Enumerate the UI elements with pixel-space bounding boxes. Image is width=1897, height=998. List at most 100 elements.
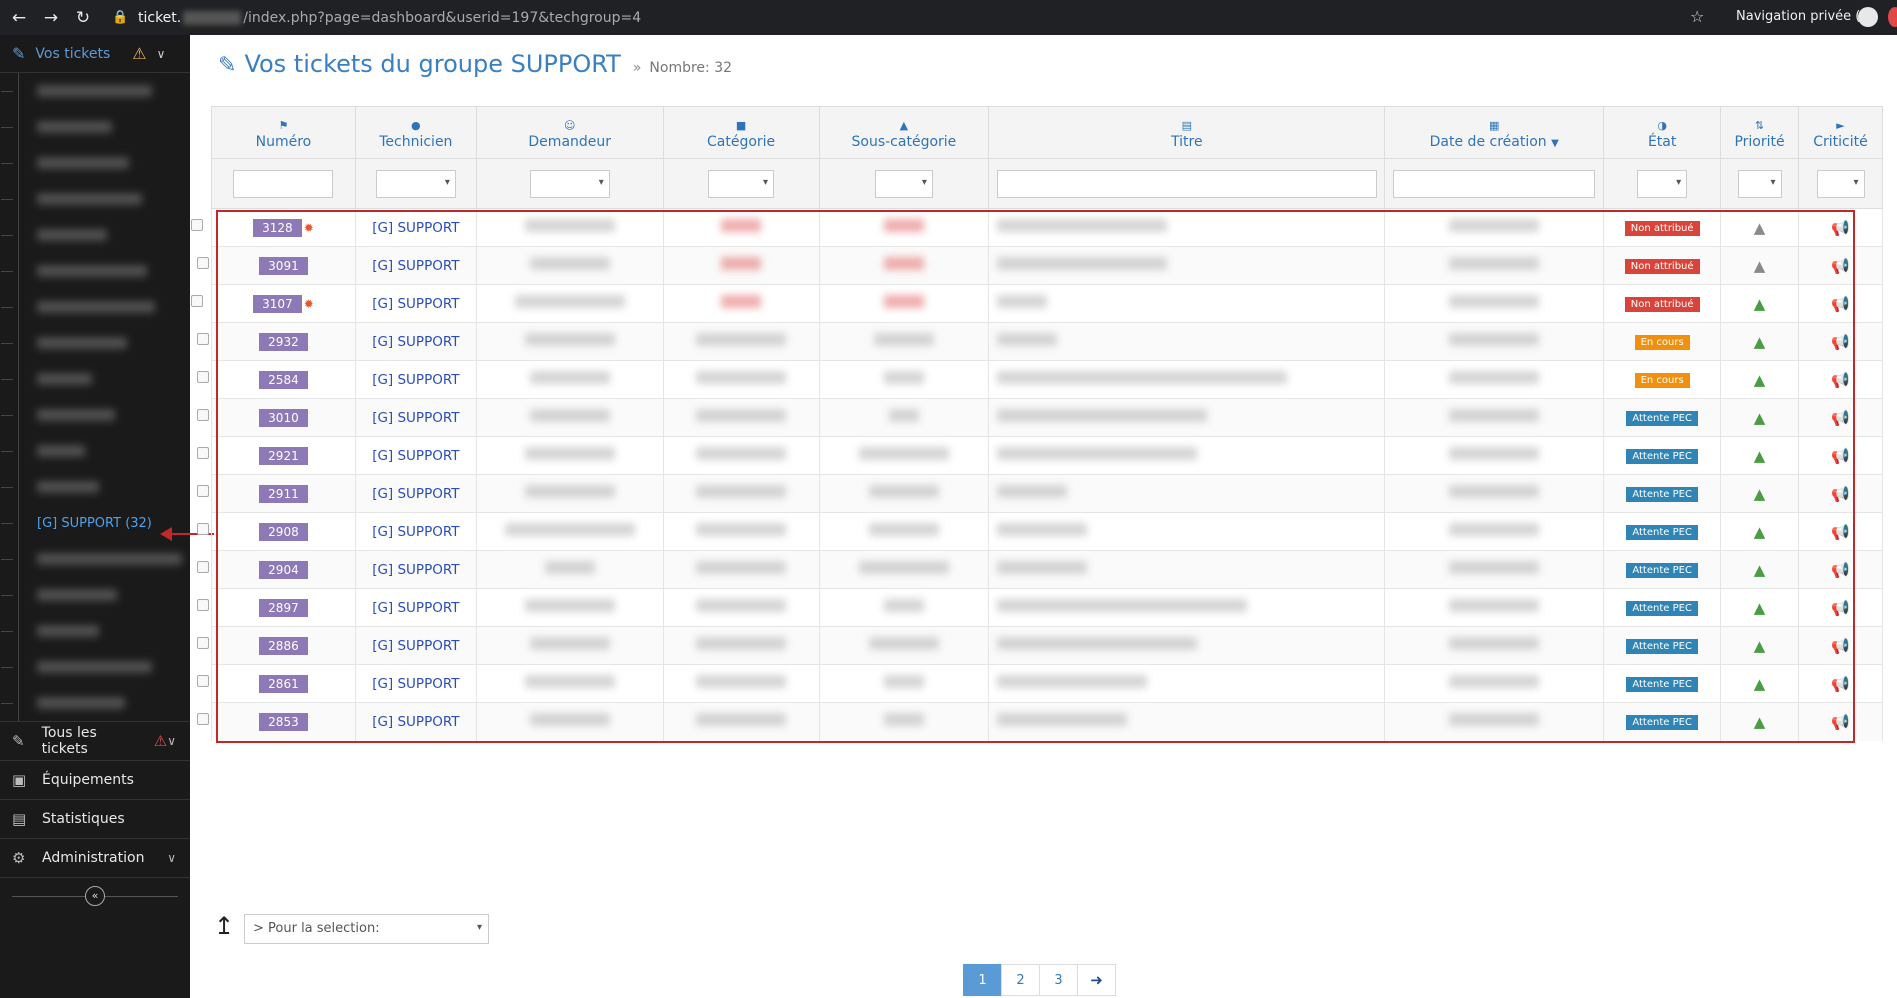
redacted-title[interactable] xyxy=(997,257,1168,270)
ticket-number-badge[interactable]: 2897 xyxy=(259,598,308,617)
column-header-priorite[interactable]: ⇅ Priorité xyxy=(1720,106,1799,159)
ticket-number-badge[interactable]: 2904 xyxy=(259,560,308,579)
redacted-title[interactable] xyxy=(997,409,1208,422)
bulk-action-select[interactable]: > Pour la selection: xyxy=(244,914,489,944)
technician-link[interactable]: [G] SUPPORT xyxy=(372,714,459,730)
sidebar-subitem[interactable] xyxy=(1,433,190,469)
page-button-1[interactable]: 1 xyxy=(963,964,1002,996)
profile-icon[interactable] xyxy=(1888,7,1897,27)
table-row[interactable]: 2861 [G] SUPPORT Attente PEC ▲ 📢 xyxy=(197,664,1883,703)
row-checkbox[interactable] xyxy=(197,712,210,725)
technician-link[interactable]: [G] SUPPORT xyxy=(372,410,459,426)
column-header-numero[interactable]: ⚑ Numéro xyxy=(211,106,356,159)
redacted-title[interactable] xyxy=(997,675,1148,688)
page-button-2[interactable]: 2 xyxy=(1001,964,1040,996)
sidebar-subitem[interactable] xyxy=(1,253,190,289)
column-header-criticite[interactable]: ► Criticité xyxy=(1798,106,1883,159)
redacted-title[interactable] xyxy=(997,295,1048,308)
ticket-number-badge[interactable]: 2908 xyxy=(259,522,308,541)
column-header-date-creation[interactable]: ▦ Date de création ▼ xyxy=(1384,106,1605,159)
redacted-title[interactable] xyxy=(997,561,1088,574)
redacted-title[interactable] xyxy=(997,485,1068,498)
sidebar-subitem[interactable] xyxy=(1,541,190,577)
row-checkbox[interactable] xyxy=(191,218,204,231)
filter-priorite-select[interactable] xyxy=(1737,169,1782,198)
reload-icon[interactable]: ↻ xyxy=(70,5,96,31)
filter-categorie-select[interactable] xyxy=(708,169,775,198)
sidebar-subitem[interactable] xyxy=(1,613,190,649)
filter-demandeur-select[interactable] xyxy=(529,169,610,198)
private-browsing-label[interactable]: Navigation privée (2) xyxy=(1736,9,1874,24)
redacted-title[interactable] xyxy=(997,637,1198,650)
column-header-categorie[interactable]: ■ Catégorie xyxy=(662,106,820,159)
technician-link[interactable]: [G] SUPPORT xyxy=(372,448,459,464)
ticket-number-badge[interactable]: 3128 xyxy=(253,218,302,237)
page-button-3[interactable]: 3 xyxy=(1039,964,1078,996)
redacted-title[interactable] xyxy=(997,371,1288,384)
table-row[interactable]: 2908 [G] SUPPORT Attente PEC ▲ 📢 xyxy=(197,512,1883,551)
incognito-icon[interactable] xyxy=(1858,7,1878,27)
back-arrow-icon[interactable]: ← xyxy=(6,5,32,31)
table-row[interactable]: 3107 ✹ [G] SUPPORT Non attribué ▲ 📢 xyxy=(191,284,1883,323)
table-row[interactable]: 2897 [G] SUPPORT Attente PEC ▲ 📢 xyxy=(197,588,1883,627)
sidebar-subitem[interactable] xyxy=(1,361,190,397)
row-checkbox[interactable] xyxy=(191,294,204,307)
row-checkbox[interactable] xyxy=(197,598,210,611)
bookmark-star-icon[interactable]: ☆ xyxy=(1690,7,1704,26)
table-row[interactable]: 2911 [G] SUPPORT Attente PEC ▲ 📢 xyxy=(197,474,1883,513)
sidebar-subitem[interactable] xyxy=(1,109,190,145)
sidebar-subitem[interactable] xyxy=(1,73,190,109)
redacted-title[interactable] xyxy=(997,447,1198,460)
table-row[interactable]: 2932 [G] SUPPORT En cours ▲ 📢 xyxy=(197,322,1883,361)
row-checkbox[interactable] xyxy=(197,408,210,421)
chevron-down-icon[interactable]: ∨ xyxy=(157,47,166,61)
row-checkbox[interactable] xyxy=(197,636,210,649)
sidebar-item-vos-tickets[interactable]: ✎ Vos tickets ⚠ ∨ xyxy=(0,35,190,73)
sidebar-item-administration[interactable]: ⚙ Administration ∨ xyxy=(0,838,190,877)
next-page-arrow-icon[interactable]: ➜ xyxy=(1077,964,1116,996)
ticket-number-badge[interactable]: 3107 xyxy=(253,294,302,313)
technician-link[interactable]: [G] SUPPORT xyxy=(372,220,459,236)
row-checkbox[interactable] xyxy=(197,484,210,497)
address-bar[interactable]: 🔒 ticket. /index.php?page=dashboard&user… xyxy=(112,4,1722,31)
double-chevron-left-icon[interactable]: « xyxy=(85,885,105,906)
technician-link[interactable]: [G] SUPPORT xyxy=(372,600,459,616)
ticket-number-badge[interactable]: 2921 xyxy=(259,446,308,465)
sidebar-subitem[interactable] xyxy=(1,649,190,685)
redacted-title[interactable] xyxy=(997,523,1088,536)
row-checkbox[interactable] xyxy=(197,522,210,535)
ticket-number-badge[interactable]: 2911 xyxy=(259,484,308,503)
table-row[interactable]: 2886 [G] SUPPORT Attente PEC ▲ 📢 xyxy=(197,626,1883,665)
ticket-number-badge[interactable]: 2886 xyxy=(259,636,308,655)
ticket-number-badge[interactable]: 2932 xyxy=(259,332,308,351)
row-checkbox[interactable] xyxy=(197,446,210,459)
row-checkbox[interactable] xyxy=(197,560,210,573)
chevron-down-icon[interactable]: ∨ xyxy=(167,851,176,865)
table-row[interactable]: 3128 ✹ [G] SUPPORT Non attribué ▲ 📢 xyxy=(191,208,1883,247)
table-row[interactable]: 3010 [G] SUPPORT Attente PEC ▲ 📢 xyxy=(197,398,1883,437)
filter-etat-select[interactable] xyxy=(1637,169,1688,198)
sidebar-subitem[interactable] xyxy=(1,685,190,721)
sidebar-subitem[interactable] xyxy=(1,325,190,361)
sidebar-collapse[interactable]: « xyxy=(0,877,190,913)
forward-arrow-icon[interactable]: → xyxy=(38,5,64,31)
redacted-title[interactable] xyxy=(997,599,1248,612)
technician-link[interactable]: [G] SUPPORT xyxy=(372,334,459,350)
table-row[interactable]: 3091 [G] SUPPORT Non attribué ▲ 📢 xyxy=(197,246,1883,285)
sidebar-item-statistiques[interactable]: ▤ Statistiques xyxy=(0,799,190,838)
table-row[interactable]: 2853 [G] SUPPORT Attente PEC ▲ 📢 xyxy=(197,702,1883,741)
filter-criticite-select[interactable] xyxy=(1816,169,1865,198)
filter-technicien-select[interactable] xyxy=(375,169,456,198)
sidebar-subitem[interactable] xyxy=(1,397,190,433)
technician-link[interactable]: [G] SUPPORT xyxy=(372,486,459,502)
filter-numero-input[interactable] xyxy=(233,169,334,198)
sidebar-subitem[interactable] xyxy=(1,145,190,181)
filter-date-input[interactable] xyxy=(1393,169,1596,198)
row-checkbox[interactable] xyxy=(197,256,210,269)
chevron-down-icon[interactable]: ∨ xyxy=(167,734,176,748)
ticket-number-badge[interactable]: 2584 xyxy=(259,370,308,389)
technician-link[interactable]: [G] SUPPORT xyxy=(372,524,459,540)
ticket-number-badge[interactable]: 3091 xyxy=(259,256,308,275)
technician-link[interactable]: [G] SUPPORT xyxy=(372,296,459,312)
ticket-number-badge[interactable]: 2853 xyxy=(259,712,308,731)
